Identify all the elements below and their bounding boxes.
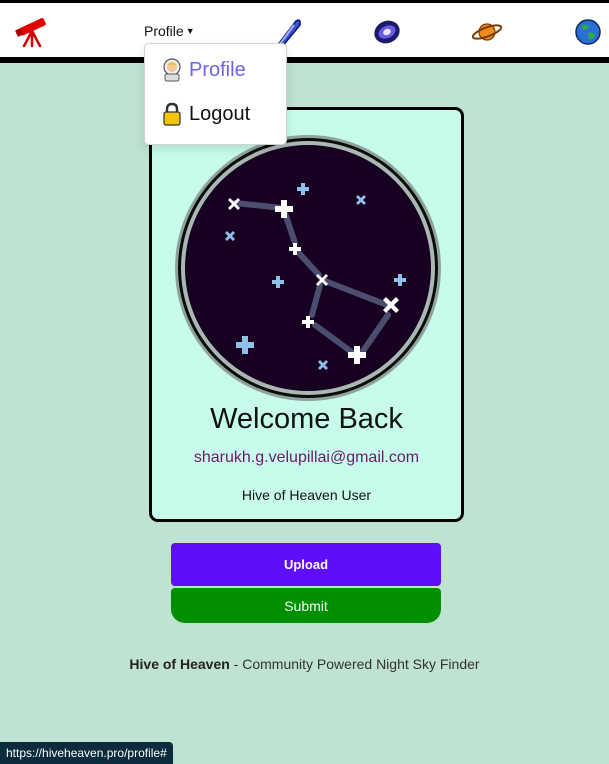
status-bar-url: https://hiveheaven.pro/profile# (0, 742, 173, 764)
planet-icon[interactable] (470, 15, 504, 49)
top-navbar: Profile ▼ (0, 0, 609, 63)
submit-button[interactable]: Submit (171, 588, 441, 623)
dropdown-item-logout[interactable]: Logout (161, 100, 250, 128)
profile-dropdown-menu: Profile Logout (144, 43, 287, 145)
user-email: sharukh.g.velupillai@gmail.com (193, 449, 420, 466)
footer-brand: Hive of Heaven (129, 656, 230, 672)
lock-icon (161, 102, 183, 126)
dropdown-item-profile-label: Profile (189, 58, 246, 81)
astronaut-icon (161, 58, 183, 82)
dropdown-item-profile[interactable]: Profile (161, 56, 246, 84)
footer-text: Hive of Heaven - Community Powered Night… (0, 656, 609, 672)
footer-tagline: - Community Powered Night Sky Finder (229, 656, 480, 672)
galaxy-icon[interactable] (370, 15, 404, 49)
profile-dropdown-toggle[interactable]: Profile ▼ (144, 23, 195, 39)
profile-toggle-label: Profile (144, 23, 184, 39)
welcome-heading: Welcome Back (210, 403, 403, 435)
user-role: Hive of Heaven User (241, 487, 372, 503)
dropdown-item-logout-label: Logout (189, 102, 251, 125)
earth-icon[interactable] (571, 15, 605, 49)
constellation-avatar (173, 133, 443, 403)
caret-down-icon: ▼ (185, 26, 195, 36)
telescope-icon[interactable] (15, 14, 49, 48)
upload-button[interactable]: Upload (171, 543, 441, 586)
profile-card: Welcome Back sharukh.g.velupillai@gmail.… (149, 107, 464, 522)
